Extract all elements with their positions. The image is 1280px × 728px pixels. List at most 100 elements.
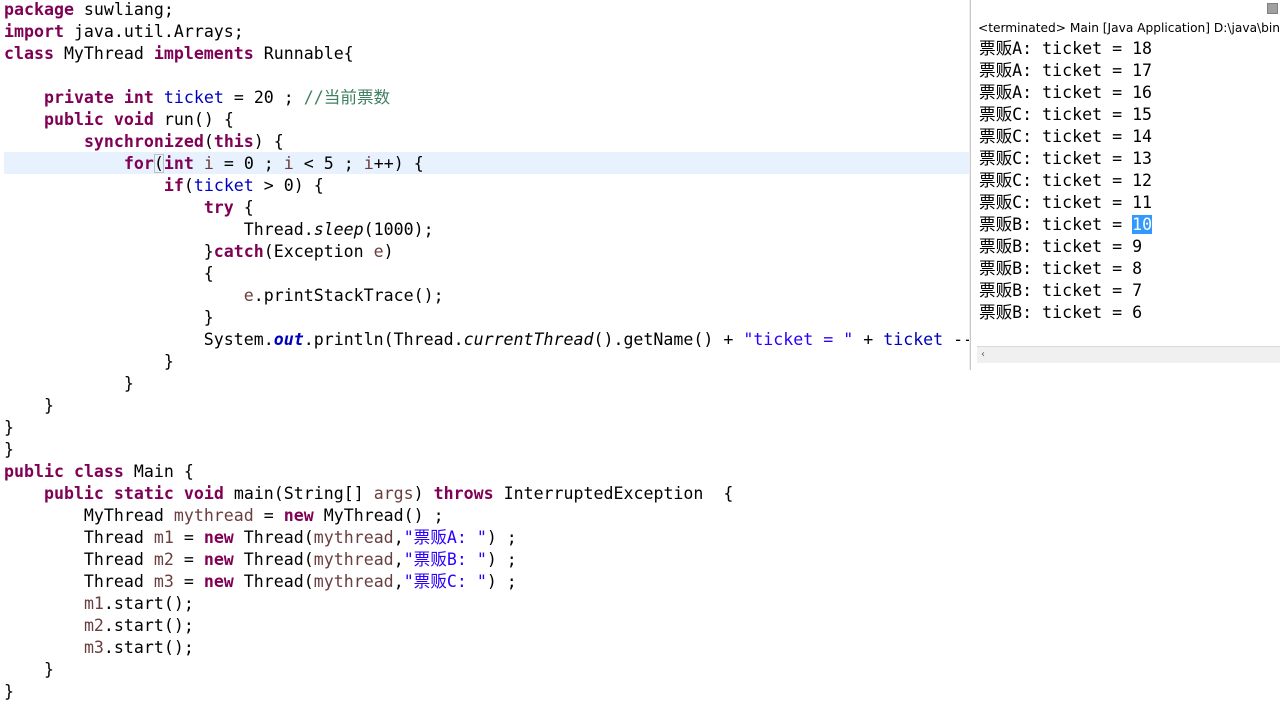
code-token: = 20 ; <box>223 88 304 107</box>
code-token: ) <box>413 484 434 503</box>
code-token: i <box>363 154 374 173</box>
console-line: 票贩B: ticket = 9 <box>979 236 1142 258</box>
code-token: = 0 ; <box>213 154 284 173</box>
code-token: } <box>4 352 174 371</box>
code-token: } <box>4 682 14 701</box>
code-line: Thread m1 = new Thread(mythread,"票贩A: ")… <box>4 527 517 549</box>
code-token: MyThread <box>53 44 154 63</box>
code-token: void <box>183 484 224 503</box>
code-token: .printStackTrace(); <box>253 286 444 305</box>
code-line: synchronized(this) { <box>4 131 284 153</box>
console-line: 票贩A: ticket = 18 <box>979 38 1152 60</box>
console-line: 票贩C: ticket = 15 <box>979 104 1152 126</box>
code-token: java.util.Arrays; <box>63 22 244 41</box>
code-line: } <box>4 681 14 703</box>
code-token: Thread <box>4 550 154 569</box>
code-token: class <box>4 44 54 63</box>
code-token: main(String[] <box>223 484 374 503</box>
code-token: { <box>233 198 254 217</box>
console-line: 票贩B: ticket = 8 <box>979 258 1142 280</box>
console-line-text: 票贩B: ticket = 6 <box>979 303 1143 322</box>
code-line: private int ticket = 20 ; //当前票数 <box>4 87 390 109</box>
code-token: "票贩A: " <box>403 528 487 547</box>
code-token: class <box>73 462 124 481</box>
console-line-text: 票贩A: ticket = 18 <box>979 39 1153 58</box>
code-token: Main { <box>123 462 194 481</box>
code-token: e <box>373 242 384 261</box>
code-token: new <box>283 506 314 525</box>
scroll-left-icon[interactable]: ‹ <box>981 347 985 363</box>
code-token: out <box>273 330 304 349</box>
code-token: < 5 ; <box>293 154 364 173</box>
code-token: .start(); <box>103 638 194 657</box>
console-line-text: 票贩C: ticket = 12 <box>979 171 1153 190</box>
code-token: ticket <box>193 176 254 195</box>
code-token: "票贩C: " <box>403 572 487 591</box>
console-stop-icon[interactable] <box>1267 3 1278 14</box>
code-token: for <box>123 154 154 173</box>
code-token: , <box>393 550 404 569</box>
code-line: for(int i = 0 ; i < 5 ; i++) { <box>4 153 424 175</box>
console-view[interactable]: <terminated> Main [Java Application] D:\… <box>970 0 1280 370</box>
code-line: import java.util.Arrays; <box>4 21 244 43</box>
code-token: ) ; <box>486 528 517 547</box>
code-token: } <box>4 374 134 393</box>
code-token: //当前票数 <box>303 88 391 107</box>
code-token: mythread <box>313 528 394 547</box>
code-token: + <box>853 330 884 349</box>
code-token: ( <box>203 132 214 151</box>
code-token: System. <box>4 330 274 349</box>
code-token: Thread. <box>4 220 314 239</box>
code-line: System.out.println(Thread.currentThread(… <box>4 329 973 351</box>
code-token: , <box>393 572 404 591</box>
code-line: public void run() { <box>4 109 234 131</box>
code-line: if(ticket > 0) { <box>4 175 324 197</box>
code-token: "ticket = " <box>743 330 854 349</box>
code-line: class MyThread implements Runnable{ <box>4 43 354 65</box>
code-token: ( <box>183 176 194 195</box>
code-token: private <box>43 88 114 107</box>
code-line: Thread.sleep(1000); <box>4 219 434 241</box>
console-title: <terminated> Main [Java Application] D:\… <box>978 21 1280 35</box>
code-token: throws <box>433 484 494 503</box>
code-token: } <box>4 242 214 261</box>
code-token: package <box>4 0 74 19</box>
code-token: MyThread() ; <box>313 506 444 525</box>
console-line-text: 票贩B: ticket = <box>979 215 1133 234</box>
console-line-text: 票贩A: ticket = 16 <box>979 83 1153 102</box>
console-line-text: 票贩B: ticket = 8 <box>979 259 1143 278</box>
code-token: ) ; <box>486 550 517 569</box>
console-line-text: 票贩C: ticket = 11 <box>979 193 1153 212</box>
code-token: ( <box>153 154 164 173</box>
code-token: m2 <box>83 616 104 635</box>
code-token: Thread <box>4 528 154 547</box>
console-line: 票贩A: ticket = 17 <box>979 60 1152 82</box>
code-token: m3 <box>83 638 104 657</box>
console-line-text: 票贩A: ticket = 17 <box>979 61 1153 80</box>
console-line: 票贩C: ticket = 11 <box>979 192 1152 214</box>
code-token: ) { <box>253 132 284 151</box>
code-token: .start(); <box>103 616 194 635</box>
code-line: Thread m3 = new Thread(mythread,"票贩C: ")… <box>4 571 517 593</box>
code-token: m2 <box>153 550 174 569</box>
code-token: InterruptedException { <box>493 484 734 503</box>
code-token: i <box>203 154 214 173</box>
code-token: m3 <box>153 572 174 591</box>
code-token: e <box>243 286 254 305</box>
console-line: 票贩B: ticket = 7 <box>979 280 1142 302</box>
code-token: m1 <box>83 594 104 613</box>
code-line: e.printStackTrace(); <box>4 285 444 307</box>
code-token: synchronized <box>83 132 204 151</box>
code-token: this <box>213 132 254 151</box>
code-token: , <box>393 528 404 547</box>
console-horizontal-scrollbar[interactable]: ‹ <box>977 346 1280 363</box>
